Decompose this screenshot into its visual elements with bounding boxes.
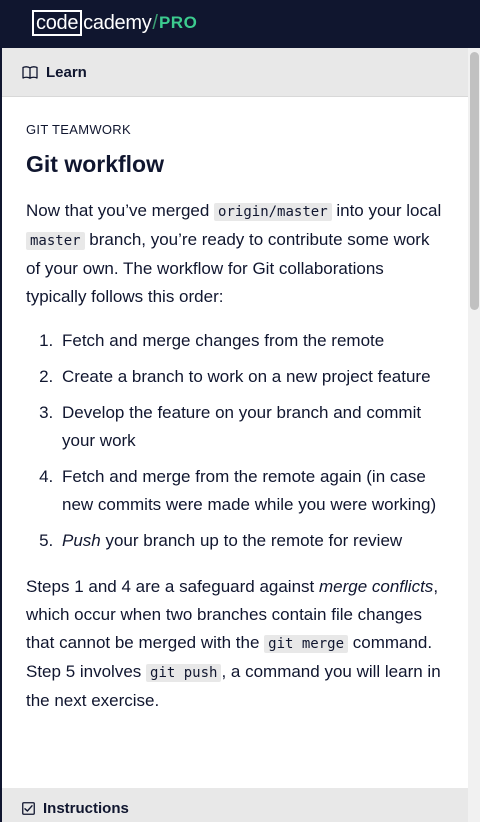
logo-slash: / [152,11,158,34]
code-master: master [26,232,85,250]
intro-text-2: into your local [331,201,442,220]
lesson-article: GIT TEAMWORK Git workflow Now that you’v… [2,122,468,715]
workflow-steps-list: Fetch and merge changes from the remote … [26,327,444,555]
merge-conflicts-emphasis: merge conflicts [318,577,434,596]
book-icon [22,65,38,79]
scrollbar-thumb[interactable] [470,52,479,310]
lesson-panel: Learn GIT TEAMWORK Git workflow Now that… [2,48,468,822]
outro-text-1: Steps 1 and 4 are a safeguard against [26,577,319,596]
top-nav-bar: code cademy / PRO [0,0,480,48]
intro-text-1: Now that you’ve merged [26,201,215,220]
logo-pro-badge: PRO [158,13,198,32]
push-emphasis: Push [62,531,101,550]
list-item: Develop the feature on your branch and c… [58,399,444,455]
code-git-push: git push [146,664,222,682]
course-kicker: GIT TEAMWORK [26,122,131,137]
learn-tab[interactable]: Learn [2,48,468,97]
code-origin-master: origin/master [214,203,332,221]
logo-cademy-text: cademy [83,11,152,34]
list-item: Create a branch to work on a new project… [58,363,444,391]
learn-tab-label: Learn [46,63,87,81]
code-git-merge: git merge [264,635,349,653]
list-item: Fetch and merge changes from the remote [58,327,444,355]
list-item: Fetch and merge from the remote again (i… [58,463,444,519]
checkbox-icon [22,801,35,815]
intro-paragraph: Now that you’ve merged origin/master int… [26,197,444,311]
instructions-tab-label: Instructions [43,799,129,817]
lesson-title: Git workflow [26,151,164,177]
intro-text-3: branch, you’re ready to contribute some … [26,230,430,306]
list-item: Push your branch up to the remote for re… [58,527,444,555]
outro-paragraph: Steps 1 and 4 are a safeguard against me… [26,573,444,715]
step5-text: your branch up to the remote for review [100,531,403,550]
instructions-tab[interactable]: Instructions [2,788,468,822]
logo-code-box: code [32,10,83,36]
codecademy-pro-logo[interactable]: code cademy / PRO [32,10,197,36]
